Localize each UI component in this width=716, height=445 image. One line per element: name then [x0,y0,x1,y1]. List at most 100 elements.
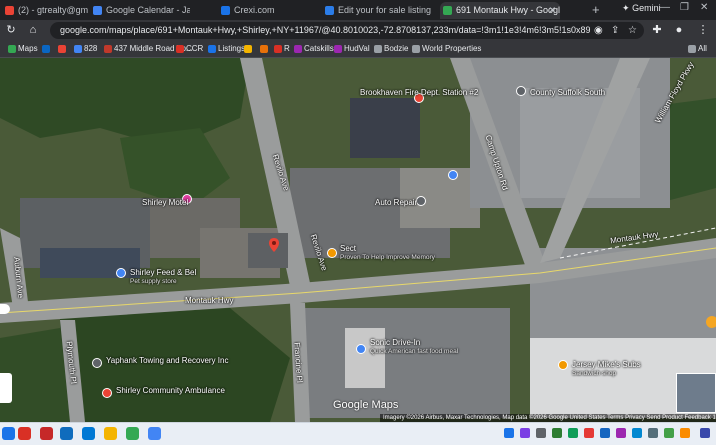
tray-app-icon[interactable] [520,428,530,438]
bookmark-icon [334,45,342,53]
auto-repair-pin[interactable] [416,196,426,206]
tab-google-calendar[interactable]: Google Calendar - January 20 [90,2,190,19]
restaurant-pin[interactable] [356,344,366,354]
satellite-map[interactable]: Brookhaven Fire Dept. Station #2 County … [0,58,716,422]
tray-app-icon[interactable] [664,428,674,438]
bookmark-r[interactable]: R [274,43,290,55]
directions-button[interactable] [706,316,716,328]
tray-app-icon[interactable] [504,428,514,438]
gemini-label: Gemini [632,3,661,13]
tab-edit-listing[interactable]: Edit your for sale listing [322,2,438,19]
bookmark-hudval[interactable]: HudVal [334,43,370,55]
tab-title: Edit your for sale listing [338,5,432,15]
bookmark-maps[interactable]: Maps [8,43,38,55]
place-label-fire-dept[interactable]: Brookhaven Fire Dept. Station #2 [360,88,478,97]
tab-google-maps[interactable]: 691 Montauk Hwy - Google M ✕ [440,2,560,19]
tab-crexi[interactable]: Crexi.com [218,2,318,19]
gmail-icon [5,6,14,15]
collapse-panel-button[interactable] [0,304,10,314]
reload-icon[interactable]: ↻ [4,23,18,37]
bookmark-icon [58,45,66,53]
share-icon[interactable]: ⇪ [611,24,619,37]
menu-icon[interactable]: ⋮ [696,23,710,37]
tray-app-icon[interactable] [680,428,690,438]
bookmark-folder-all[interactable]: All [688,43,707,55]
tray-app-icon[interactable] [584,428,594,438]
search-icon[interactable] [18,427,31,440]
tab-strip: (2) - gtrealty@gmail.co Google Calendar … [0,0,716,20]
bookmark-icon [176,45,184,53]
home-icon[interactable]: ⌂ [26,23,40,37]
sandwich-shop-pin[interactable] [558,360,568,370]
county-pin[interactable] [516,86,526,96]
tray-app-icon[interactable] [600,428,610,438]
bookmark-icon [244,45,252,53]
profile-icon[interactable]: ● [672,23,686,37]
close-tab-icon[interactable]: ✕ [548,2,556,19]
extensions-icon[interactable]: ✚ [650,23,664,37]
place-label-county[interactable]: County Suffolk South [530,88,605,97]
tray-app-icon[interactable] [616,428,626,438]
place-label-shirley-motel[interactable]: Shirley Motel [142,198,188,207]
bookmark-folder-world-properties[interactable]: World Properties [412,43,481,55]
tab-title: 691 Montauk Hwy - Google M [456,5,560,15]
acrobat-icon[interactable] [40,427,53,440]
chrome-icon[interactable] [126,427,139,440]
selected-location-pin[interactable] [269,238,279,252]
tray-app-icon[interactable] [700,428,710,438]
gemini-icon: ✦ [622,3,630,13]
bookmark-icon [274,45,282,53]
bookmark-828[interactable]: 828 [74,43,97,55]
address-bar[interactable]: google.com/maps/place/691+Montauk+Hwy,+S… [50,22,644,39]
taskbar [0,422,716,445]
pet-store-pin[interactable] [116,268,126,278]
ambulance-pin[interactable] [102,388,112,398]
place-label-jersey-mikes[interactable]: Jersey Mike's Subs Sandwich shop [572,360,641,378]
bookmark-icon [260,45,268,53]
browser-toolbar: ↻ ⌂ google.com/maps/place/691+Montauk+Hw… [0,20,716,41]
tray-app-icon[interactable] [536,428,546,438]
sponsored-pin[interactable] [327,248,337,258]
place-label-yaphank-towing[interactable]: Yaphank Towing and Recovery Inc [106,356,228,365]
place-label-sect[interactable]: Sect Proven To Help Improve Memory [340,244,435,262]
bookmark-folder-bodzie[interactable]: Bodzie [374,43,408,55]
teams-icon[interactable] [82,427,95,440]
tray-app-icon[interactable] [632,428,642,438]
bookmark-icon [208,45,216,53]
bookmark-ccr[interactable]: CCR [176,43,203,55]
tab-gmail[interactable]: (2) - gtrealty@gmail.co [2,2,88,19]
location-icon[interactable]: ◉ [594,24,603,37]
bookmark-listings[interactable]: Listings [208,43,245,55]
layers-button[interactable] [0,373,12,403]
folder-icon [412,45,420,53]
new-tab-button[interactable]: + [592,2,600,17]
tab-title: Crexi.com [234,5,275,15]
folder-icon [688,45,696,53]
bookmark-star-icon[interactable]: ☆ [628,24,637,37]
crexi-icon [221,6,230,15]
maps-icon [443,6,452,15]
chrome-profile-icon[interactable] [148,427,161,440]
towing-pin[interactable] [92,358,102,368]
gemini-button[interactable]: ✦ Gemini [622,3,661,14]
url-text: google.com/maps/place/691+Montauk+Hwy,+S… [60,25,590,35]
place-pin[interactable] [448,170,458,180]
minimize-icon[interactable]: — [660,2,670,13]
close-window-icon[interactable]: ✕ [700,2,708,13]
place-label-auto-repair[interactable]: Auto Repair [375,198,417,207]
tray-app-icon[interactable] [648,428,658,438]
place-label-sonic[interactable]: Sonic Drive-In Quick American fast food m… [370,338,458,356]
place-label-shirley-feed[interactable]: Shirley Feed & Bel Pet supply store [130,268,196,286]
bookmark-catskills[interactable]: Catskills [294,43,334,55]
tray-app-icon[interactable] [552,428,562,438]
file-explorer-icon[interactable] [104,427,117,440]
outlook-icon[interactable] [60,427,73,440]
tray-app-icon[interactable] [568,428,578,438]
maximize-icon[interactable]: ❐ [680,2,689,13]
bookmarks-bar: Maps 828 437 Middle Road Tp... CCR Listi… [0,41,716,58]
start-icon[interactable] [2,427,15,440]
road-label-montauk-hwy-west: Montauk Hwy [185,296,234,305]
street-view-thumbnail[interactable] [676,373,716,413]
google-maps-logo: Google Maps [333,399,399,411]
place-label-ambulance[interactable]: Shirley Community Ambulance [116,386,225,395]
